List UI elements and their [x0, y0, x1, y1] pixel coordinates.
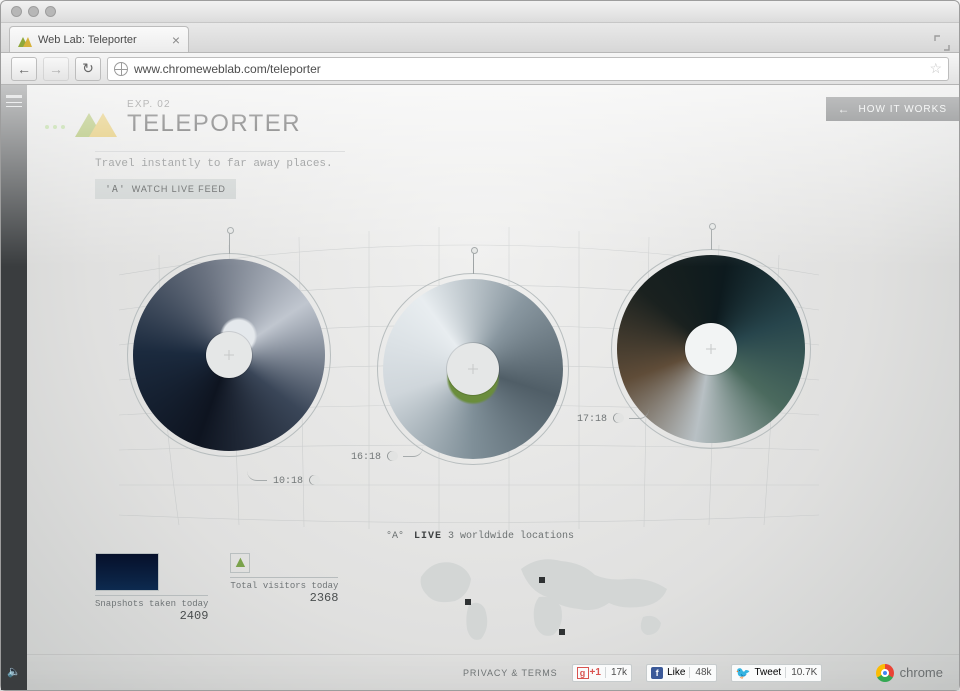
- facebook-like-button[interactable]: f Like 48k: [646, 664, 716, 682]
- chrome-label: chrome: [900, 665, 943, 680]
- visitor-thumbnail-icon[interactable]: ▲: [230, 553, 250, 573]
- visitors-value: 2368: [230, 591, 338, 605]
- antenna-icon-small: °A°: [386, 531, 404, 542]
- tab-close-icon[interactable]: ×: [172, 33, 180, 47]
- snapshots-stat: Snapshots taken today 2409: [95, 553, 208, 623]
- gplus-icon: g+1: [577, 667, 601, 679]
- location-disk-2[interactable]: [377, 273, 569, 465]
- snapshots-value: 2409: [95, 609, 208, 623]
- snapshots-label: Snapshots taken today: [95, 595, 208, 609]
- antenna-icon: 'A': [105, 184, 126, 195]
- volume-icon[interactable]: 🔈: [7, 665, 21, 678]
- live-subtext: 3 worldwide locations: [448, 531, 574, 542]
- mountain-favicon-icon: [18, 33, 32, 47]
- url-text: www.chromeweblab.com/teleporter: [134, 62, 321, 76]
- location-time-3: 17:18: [577, 411, 649, 425]
- twitter-tweet-button[interactable]: 🐦 Tweet 10.7K: [731, 664, 823, 682]
- watch-live-feed-label: WATCH LIVE FEED: [132, 184, 226, 194]
- google-plus-button[interactable]: g+1 17k: [572, 664, 633, 682]
- gplus-count: 17k: [605, 667, 627, 678]
- location-time-1: 10:18: [247, 473, 319, 487]
- mountain-logo-icon: [75, 107, 117, 137]
- visitors-label: Total visitors today: [230, 577, 338, 591]
- address-bar[interactable]: www.chromeweblab.com/teleporter ☆: [107, 57, 949, 81]
- location-disk-1[interactable]: [127, 253, 331, 457]
- experiment-number: EXP. 02: [127, 99, 301, 110]
- traffic-lights[interactable]: [11, 6, 56, 17]
- browser-toolbar: ← → ↻ www.chromeweblab.com/teleporter ☆: [1, 53, 959, 85]
- how-it-works-button[interactable]: ← HOW IT WORKS: [826, 97, 959, 121]
- watch-live-feed-button[interactable]: 'A' WATCH LIVE FEED: [95, 179, 236, 199]
- window-titlebar: [1, 1, 959, 23]
- arrow-left-icon: ←: [838, 102, 851, 116]
- globe-icon: [114, 62, 128, 76]
- stats-block: Snapshots taken today 2409 ▲ Total visit…: [95, 553, 338, 623]
- facebook-label: Like: [667, 667, 685, 678]
- back-button[interactable]: ←: [11, 57, 37, 81]
- reload-button[interactable]: ↻: [75, 57, 101, 81]
- page-content: 🔈 EXP. 02 TELEPORTER Travel instantly to…: [1, 85, 959, 690]
- chrome-brand[interactable]: chrome: [876, 664, 943, 682]
- tab-strip: Web Lab: Teleporter ×: [1, 23, 959, 53]
- visitors-stat: ▲ Total visitors today 2368: [230, 553, 338, 605]
- snapshot-thumbnail[interactable]: [95, 553, 159, 591]
- twitter-count: 10.7K: [785, 667, 817, 678]
- brand-dots-icon: [45, 125, 65, 129]
- fullscreen-icon[interactable]: [933, 34, 951, 52]
- experiment-title: TELEPORTER: [127, 110, 301, 138]
- menu-icon[interactable]: [6, 95, 22, 107]
- world-map: [411, 547, 691, 647]
- tab-title: Web Lab: Teleporter: [38, 34, 137, 46]
- panorama-disks: [1, 249, 959, 529]
- how-it-works-label: HOW IT WORKS: [859, 104, 947, 115]
- tagline: Travel instantly to far away places.: [95, 151, 345, 170]
- twitter-icon: 🐦: [736, 666, 751, 680]
- page-footer: PRIVACY & TERMS g+1 17k f Like 48k 🐦 Twe…: [27, 654, 959, 690]
- twitter-label: Tweet: [755, 667, 782, 678]
- bookmark-star-icon[interactable]: ☆: [929, 60, 942, 77]
- facebook-count: 48k: [689, 667, 711, 678]
- browser-window: Web Lab: Teleporter × ← → ↻ www.chromewe…: [0, 0, 960, 691]
- experiment-brand: EXP. 02 TELEPORTER: [45, 99, 301, 138]
- chrome-icon: [876, 664, 894, 682]
- facebook-icon: f: [651, 667, 663, 679]
- map-pin-1: [465, 599, 471, 605]
- live-status: °A° LIVE 3 worldwide locations: [1, 531, 959, 542]
- privacy-terms-link[interactable]: PRIVACY & TERMS: [463, 668, 558, 678]
- location-time-2: 16:18: [351, 449, 423, 463]
- map-pin-3: [559, 629, 565, 635]
- live-word: LIVE: [414, 531, 442, 542]
- browser-tab[interactable]: Web Lab: Teleporter ×: [9, 26, 189, 52]
- map-pin-2: [539, 577, 545, 583]
- forward-button[interactable]: →: [43, 57, 69, 81]
